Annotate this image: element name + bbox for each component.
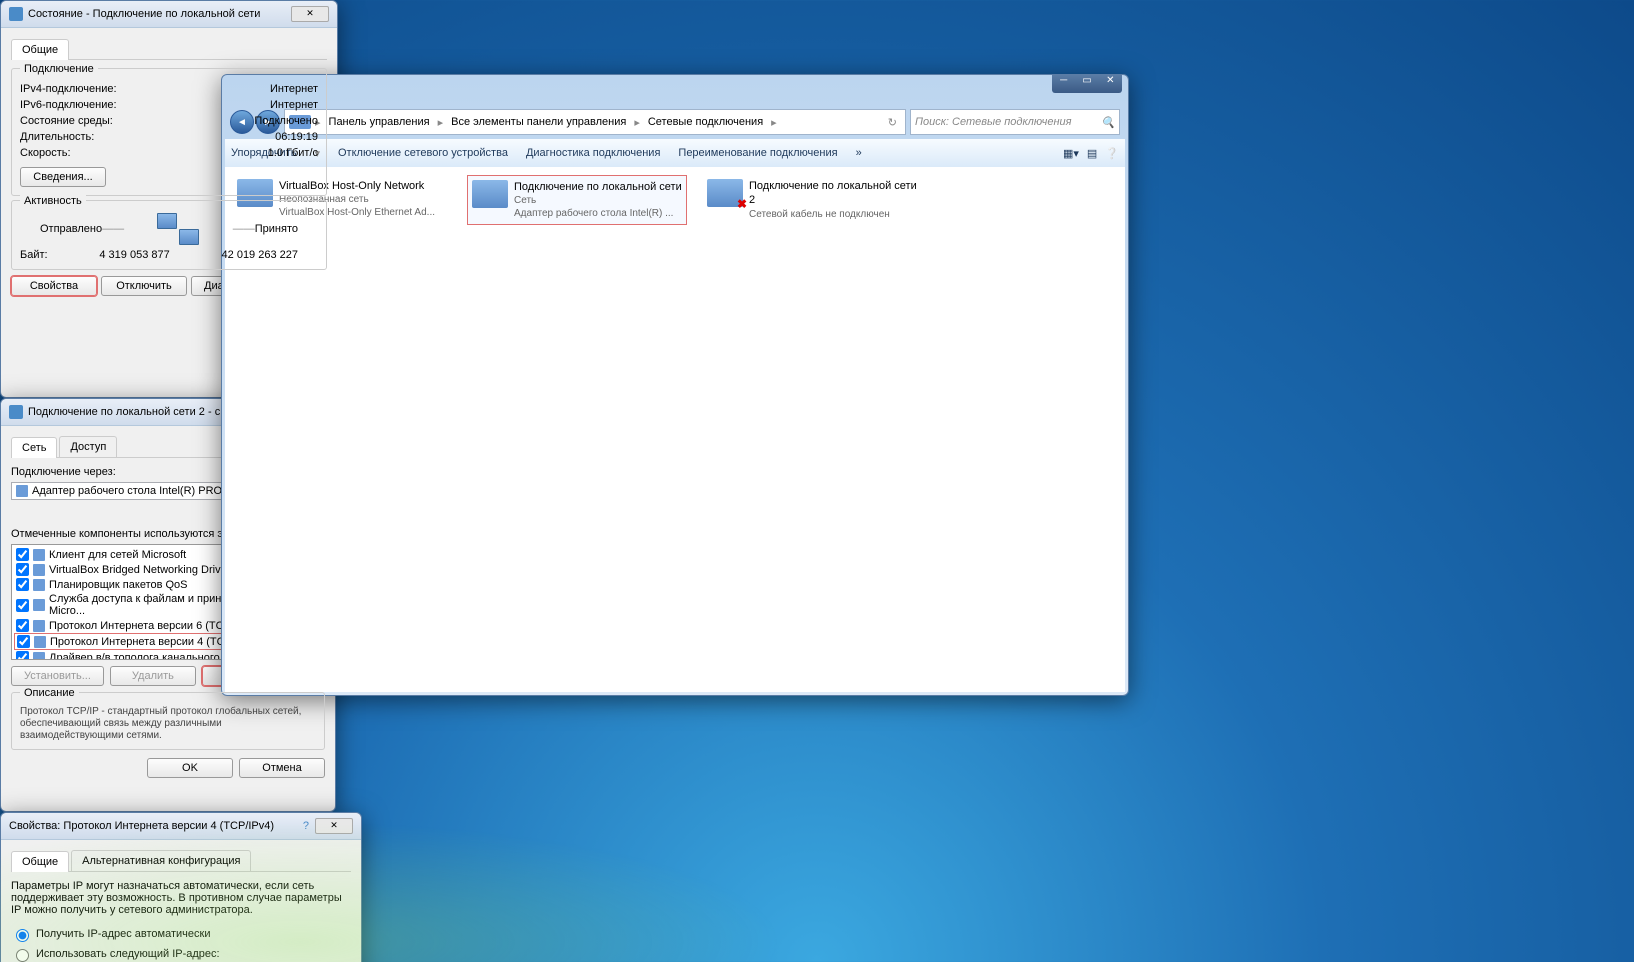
tab-general[interactable]: Общие — [11, 851, 69, 872]
breadcrumb-item[interactable]: Все элементы панели управления — [447, 116, 630, 128]
connection-group: Подключение IPv4-подключение:Интернет IP… — [11, 68, 327, 196]
dialog-title[interactable]: Состояние - Подключение по локальной сет… — [1, 1, 337, 28]
remove-button[interactable]: Удалить — [110, 666, 196, 686]
cancel-button[interactable]: Отмена — [239, 758, 325, 778]
component-icon — [33, 620, 45, 632]
explorer-window: ─ ▭ ✕ ◄ ► ▸ Панель управления▸ Все элеме… — [221, 74, 1129, 696]
ipv4-dialog: Свойства: Протокол Интернета версии 4 (T… — [0, 812, 362, 962]
maximize-button[interactable]: ▭ — [1075, 75, 1098, 93]
toolbar: Упорядочить▾ Отключение сетевого устройс… — [225, 139, 1125, 168]
close-button[interactable]: ✕ — [1099, 75, 1122, 93]
adapter-item-selected[interactable]: Подключение по локальной сети Сеть Адапт… — [467, 175, 687, 225]
properties-button[interactable]: Свойства — [11, 276, 97, 296]
minimize-button[interactable]: ─ — [1052, 75, 1075, 93]
adapter-icon — [16, 485, 28, 497]
close-button[interactable]: ✕ — [291, 6, 329, 22]
tab-alternative[interactable]: Альтернативная конфигурация — [71, 850, 251, 871]
tab-network[interactable]: Сеть — [11, 437, 57, 458]
toolbar-disable[interactable]: Отключение сетевого устройства — [338, 147, 508, 159]
component-icon — [33, 599, 45, 611]
help-icon[interactable]: ❔ — [1105, 147, 1119, 160]
toolbar-more[interactable]: » — [856, 147, 862, 159]
details-button[interactable]: Сведения... — [20, 167, 106, 187]
component-icon — [33, 564, 45, 576]
dialog-title[interactable]: Свойства: Протокол Интернета версии 4 (T… — [1, 813, 361, 840]
breadcrumb[interactable]: ▸ Панель управления▸ Все элементы панели… — [284, 109, 906, 135]
search-input[interactable]: Поиск: Сетевые подключения 🔍 — [910, 109, 1120, 135]
description-group: Описание Протокол TCP/IP - стандартный п… — [11, 692, 325, 750]
tab-general[interactable]: Общие — [11, 39, 69, 60]
adapter-icon-disabled — [707, 179, 743, 207]
toolbar-rename[interactable]: Переименование подключения — [678, 147, 837, 159]
component-icon — [34, 636, 46, 648]
component-icon — [33, 549, 45, 561]
component-icon — [33, 579, 45, 591]
tab-access[interactable]: Доступ — [59, 436, 117, 457]
adapter-icon — [472, 180, 508, 208]
window-controls: ─ ▭ ✕ — [1052, 75, 1122, 93]
disable-button[interactable]: Отключить — [101, 276, 187, 296]
network-icon — [9, 405, 23, 419]
breadcrumb-item[interactable]: Сетевые подключения — [644, 116, 767, 128]
network-icon — [9, 7, 23, 21]
search-icon: 🔍 — [1101, 116, 1115, 129]
ok-button[interactable]: OK — [147, 758, 233, 778]
close-button[interactable]: ✕ — [315, 818, 353, 834]
radio-manual-ip[interactable] — [16, 949, 29, 962]
toolbar-diagnose[interactable]: Диагностика подключения — [526, 147, 660, 159]
activity-group: Активность Отправлено —— —— Принято Байт… — [11, 200, 327, 270]
breadcrumb-item[interactable]: Панель управления — [325, 116, 434, 128]
help-icon[interactable]: ? — [303, 820, 309, 832]
activity-icon — [157, 213, 199, 245]
refresh-icon[interactable]: ↻ — [884, 116, 901, 129]
install-button[interactable]: Установить... — [11, 666, 104, 686]
adapter-item[interactable]: Подключение по локальной сети 2 Сетевой … — [703, 175, 921, 225]
component-icon — [33, 652, 45, 661]
adapter-list: VirtualBox Host-Only Network Неопознанна… — [225, 167, 1125, 692]
radio-auto-ip[interactable] — [16, 929, 29, 942]
view-icon[interactable]: ▦▾ — [1063, 147, 1079, 160]
preview-icon[interactable]: ▤ — [1087, 147, 1097, 160]
